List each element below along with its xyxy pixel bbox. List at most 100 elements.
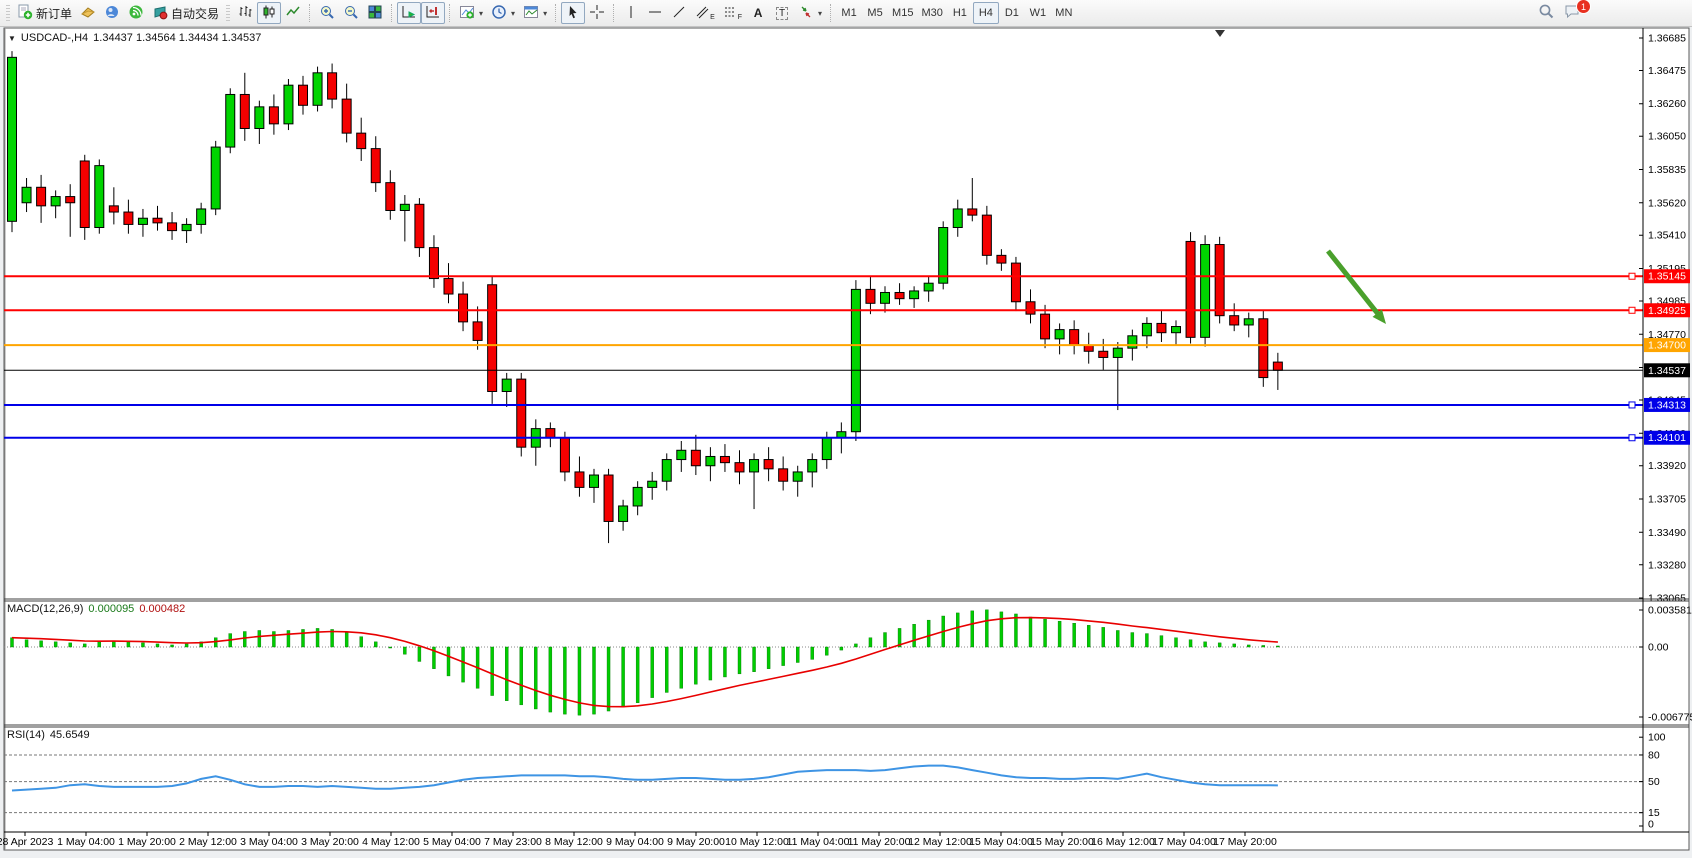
time-axis-label: 11 May 20:00 bbox=[848, 836, 911, 848]
toolbar-grip[interactable] bbox=[226, 5, 230, 21]
cursor-button[interactable] bbox=[561, 2, 585, 24]
price-tick-label: 1.33490 bbox=[1648, 527, 1686, 539]
macd-histogram-bar bbox=[374, 642, 377, 647]
candle-body-bear bbox=[546, 429, 555, 438]
signals-button[interactable] bbox=[124, 2, 148, 24]
macd-axis-label: 0.003581 bbox=[1648, 605, 1692, 617]
price-tag-resistance: 1.34925 bbox=[1648, 305, 1686, 317]
candle-body-bear bbox=[1273, 362, 1282, 370]
channel-icon bbox=[695, 4, 709, 23]
timeframe-d1[interactable]: D1 bbox=[999, 2, 1025, 24]
price-tick-label: 1.33920 bbox=[1648, 460, 1686, 472]
rsi-value: 45.6549 bbox=[50, 729, 90, 741]
hline-handle[interactable] bbox=[1629, 307, 1635, 313]
candle-body-bear bbox=[459, 294, 468, 322]
time-axis-label: 17 May 20:00 bbox=[1213, 836, 1277, 848]
toolbar-separator bbox=[309, 4, 311, 22]
macd-histogram-bar bbox=[913, 624, 916, 647]
candle-body-bull bbox=[138, 218, 147, 224]
timeframe-m5[interactable]: M5 bbox=[862, 2, 888, 24]
indicators-button[interactable]: ▾ bbox=[455, 2, 487, 24]
chart-menu-dropdown-icon[interactable]: ▼ bbox=[8, 34, 16, 43]
hline-handle[interactable] bbox=[1629, 402, 1635, 408]
timeframe-m1[interactable]: M1 bbox=[836, 2, 862, 24]
tile-windows-icon bbox=[367, 4, 383, 23]
toolbar-grip[interactable] bbox=[6, 5, 10, 21]
text-button[interactable]: A bbox=[746, 2, 770, 24]
candle-body-bear bbox=[1230, 316, 1239, 325]
crosshair-button[interactable] bbox=[585, 2, 609, 24]
zoom-out-button[interactable] bbox=[339, 2, 363, 24]
timeframe-mn[interactable]: MN bbox=[1051, 2, 1077, 24]
community-icon bbox=[104, 4, 120, 23]
zoom-in-button[interactable] bbox=[315, 2, 339, 24]
timeframe-h1[interactable]: H1 bbox=[947, 2, 973, 24]
candlestick-button[interactable] bbox=[257, 2, 281, 24]
macd-histogram-bar bbox=[607, 647, 610, 711]
hline-handle[interactable] bbox=[1629, 273, 1635, 279]
macd-histogram-bar bbox=[83, 644, 86, 647]
search-button[interactable] bbox=[1534, 2, 1559, 24]
trendline-button[interactable] bbox=[667, 2, 691, 24]
fibonacci-button[interactable]: F bbox=[719, 2, 746, 24]
timeframe-m30[interactable]: M30 bbox=[917, 2, 946, 24]
macd-histogram-bar bbox=[418, 647, 421, 661]
macd-histogram-bar bbox=[549, 647, 552, 712]
chart-canvas[interactable]: 1.366851.364751.362601.360501.358351.356… bbox=[0, 0, 1692, 858]
macd-histogram-bar bbox=[971, 611, 974, 647]
macd-histogram-bar bbox=[593, 647, 596, 714]
candle-body-bear bbox=[982, 215, 991, 255]
auto-scroll-button[interactable] bbox=[397, 2, 421, 24]
candle-body-bear bbox=[691, 450, 700, 465]
line-chart-button[interactable] bbox=[281, 2, 305, 24]
community-button[interactable] bbox=[100, 2, 124, 24]
macd-histogram-bar bbox=[185, 644, 188, 647]
fibonacci-icon bbox=[723, 4, 737, 23]
macd-axis-label: 0.00 bbox=[1648, 642, 1669, 654]
candle-body-bear bbox=[269, 107, 278, 124]
metaeditor-button[interactable] bbox=[76, 2, 100, 24]
main-toolbar: 新订单 自动交易 bbox=[0, 0, 1692, 27]
chart-shift-button[interactable] bbox=[421, 2, 445, 24]
timeframe-h4[interactable]: H4 bbox=[973, 2, 999, 24]
candle-body-bear bbox=[66, 197, 75, 203]
time-axis-label: 8 May 12:00 bbox=[545, 836, 603, 848]
timeframe-w1[interactable]: W1 bbox=[1025, 2, 1051, 24]
macd-histogram-bar bbox=[491, 647, 494, 696]
chart-shift-icon bbox=[425, 4, 441, 23]
time-axis-label: 15 May 04:00 bbox=[969, 836, 1033, 848]
macd-histogram-bar bbox=[854, 644, 857, 647]
hline-handle[interactable] bbox=[1629, 435, 1635, 441]
auto-trading-button[interactable]: 自动交易 bbox=[148, 2, 223, 24]
notifications-button[interactable]: 1 bbox=[1559, 2, 1585, 24]
macd-histogram-bar bbox=[54, 642, 57, 647]
candle-body-bull bbox=[313, 73, 322, 105]
macd-histogram-bar bbox=[505, 647, 508, 701]
notification-badge: 1 bbox=[1576, 0, 1591, 14]
candle-body-bear bbox=[488, 285, 497, 392]
price-tick-label: 1.33705 bbox=[1648, 494, 1686, 506]
candle-body-bull bbox=[502, 379, 511, 391]
vertical-line-icon bbox=[623, 4, 639, 23]
templates-button[interactable]: ▾ bbox=[519, 2, 551, 24]
periods-button[interactable]: ▾ bbox=[487, 2, 519, 24]
timeframe-m15[interactable]: M15 bbox=[888, 2, 917, 24]
vertical-line-button[interactable] bbox=[619, 2, 643, 24]
price-tag-pivot: 1.34700 bbox=[1648, 340, 1686, 352]
macd-histogram-bar bbox=[651, 647, 654, 698]
arrows-button[interactable]: ▾ bbox=[794, 2, 826, 24]
text-label-button[interactable]: T bbox=[770, 2, 794, 24]
macd-histogram-bar bbox=[825, 647, 828, 655]
macd-histogram-bar bbox=[1044, 619, 1047, 647]
bar-chart-button[interactable] bbox=[233, 2, 257, 24]
candle-body-bear bbox=[764, 460, 773, 469]
horizontal-line-button[interactable] bbox=[643, 2, 667, 24]
macd-histogram-bar bbox=[1073, 623, 1076, 647]
candle-body-bear bbox=[1259, 319, 1268, 378]
new-order-button[interactable]: 新订单 bbox=[13, 2, 76, 24]
macd-histogram-bar bbox=[345, 633, 348, 647]
candle-body-bull bbox=[662, 460, 671, 482]
equidistant-channel-button[interactable]: E bbox=[691, 2, 719, 24]
macd-histogram-bar bbox=[141, 643, 144, 647]
tile-windows-button[interactable] bbox=[363, 2, 387, 24]
